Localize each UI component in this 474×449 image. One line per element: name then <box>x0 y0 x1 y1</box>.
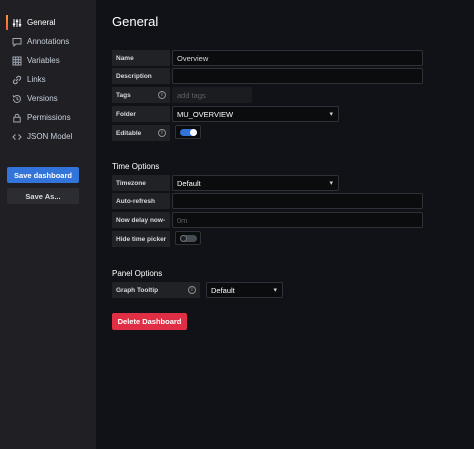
chevron-down-icon: ▾ <box>329 111 333 118</box>
folder-select-value: MU_OVERVIEW <box>177 109 234 119</box>
graph-tooltip-select-value: Default <box>211 285 235 295</box>
folder-select[interactable]: MU_OVERVIEW ▾ <box>172 106 339 122</box>
sidebar-item-label: Links <box>27 75 46 84</box>
hide-time-picker-label: Hide time picker <box>112 231 170 247</box>
name-label: Name <box>112 50 170 66</box>
chevron-down-icon: ▾ <box>273 287 277 294</box>
sidebar-item-versions[interactable]: Versions <box>6 90 96 107</box>
delete-dashboard-button[interactable]: Delete Dashboard <box>112 313 187 330</box>
editable-label-text: Editable <box>116 129 142 137</box>
comment-icon <box>12 37 22 47</box>
name-input[interactable]: Overview <box>172 50 423 66</box>
editable-label: Editable i <box>112 125 170 141</box>
graph-tooltip-label-text: Graph Tooltip <box>116 286 159 294</box>
sliders-icon <box>12 18 22 28</box>
sidebar-item-label: Permissions <box>27 113 71 122</box>
tags-input[interactable]: add tags <box>172 87 252 103</box>
link-icon <box>12 75 22 85</box>
sidebar-item-label: General <box>27 18 56 27</box>
sidebar-item-permissions[interactable]: Permissions <box>6 109 96 126</box>
table-icon <box>12 56 22 66</box>
description-label: Description <box>112 68 170 84</box>
sidebar-item-label: Versions <box>27 94 58 103</box>
panel-options-heading: Panel Options <box>112 269 163 278</box>
timezone-select-value: Default <box>177 178 201 188</box>
hide-time-picker-toggle[interactable] <box>175 231 201 245</box>
time-options-heading: Time Options <box>112 162 160 171</box>
info-icon[interactable]: i <box>188 286 196 294</box>
lock-icon <box>12 113 22 123</box>
description-input[interactable] <box>172 68 423 84</box>
editable-toggle[interactable] <box>175 125 201 139</box>
sidebar-item-variables[interactable]: Variables <box>6 52 96 69</box>
save-dashboard-button[interactable]: Save dashboard <box>7 167 79 183</box>
sidebar-item-label: JSON Model <box>27 132 73 141</box>
graph-tooltip-label: Graph Tooltip i <box>112 282 200 298</box>
code-icon <box>12 132 22 142</box>
sidebar-item-json-model[interactable]: JSON Model <box>6 128 96 145</box>
timezone-select[interactable]: Default ▾ <box>172 175 339 191</box>
settings-sidebar: General Annotations Variables Links Vers… <box>0 0 96 449</box>
sidebar-item-label: Variables <box>27 56 60 65</box>
page-title: General <box>112 14 159 29</box>
now-delay-input[interactable]: 0m <box>172 212 423 228</box>
sidebar-item-links[interactable]: Links <box>6 71 96 88</box>
toggle-knob <box>190 129 197 136</box>
toggle-knob <box>180 235 187 242</box>
auto-refresh-label: Auto-refresh <box>112 193 170 209</box>
save-as-button[interactable]: Save As... <box>7 188 79 204</box>
sidebar-item-general[interactable]: General <box>6 14 96 31</box>
timezone-label: Timezone <box>112 175 170 191</box>
now-delay-label: Now delay now- <box>112 212 170 228</box>
tags-label-text: Tags <box>116 91 131 99</box>
tags-label: Tags i <box>112 87 170 103</box>
chevron-down-icon: ▾ <box>329 180 333 187</box>
folder-label: Folder <box>112 106 170 122</box>
graph-tooltip-select[interactable]: Default ▾ <box>206 282 283 298</box>
sidebar-item-annotations[interactable]: Annotations <box>6 33 96 50</box>
history-icon <box>12 94 22 104</box>
info-icon[interactable]: i <box>158 91 166 99</box>
sidebar-item-label: Annotations <box>27 37 70 46</box>
info-icon[interactable]: i <box>158 129 166 137</box>
auto-refresh-input[interactable] <box>172 193 423 209</box>
